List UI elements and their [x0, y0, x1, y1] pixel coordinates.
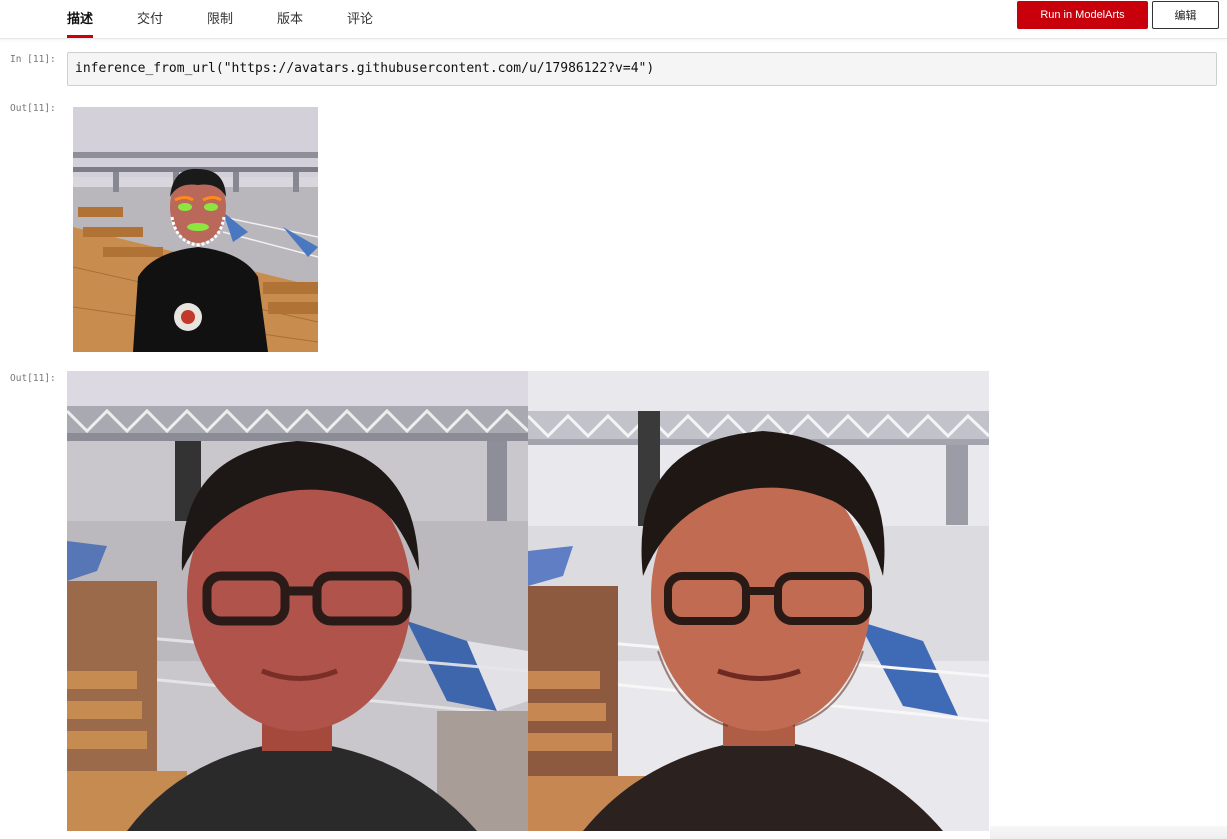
tab-comments[interactable]: 评论: [347, 0, 373, 38]
output-prompt: Out[11]:: [10, 373, 56, 384]
tab-description[interactable]: 描述: [67, 0, 94, 38]
horizontal-scrollbar[interactable]: [990, 826, 1227, 839]
tab-delivery[interactable]: 交付: [137, 0, 163, 38]
tab-limits[interactable]: 限制: [207, 0, 233, 38]
painted-style-output-image: [528, 371, 989, 831]
top-tab-bar: 描述 交付 限制 版本 评论 Run in ModelArts 编辑: [0, 0, 1227, 39]
output-prompt: Out[11]:: [10, 103, 56, 114]
original-photo-output-image: [67, 371, 528, 831]
face-landmarks-output-image: [73, 107, 318, 352]
code-input-cell[interactable]: inference_from_url("https://avatars.gith…: [67, 52, 1217, 86]
tab-versions[interactable]: 版本: [277, 0, 303, 38]
run-in-modelarts-button[interactable]: Run in ModelArts: [1017, 1, 1148, 29]
input-prompt: In [11]:: [10, 54, 56, 65]
edit-button[interactable]: 编辑: [1152, 1, 1219, 29]
